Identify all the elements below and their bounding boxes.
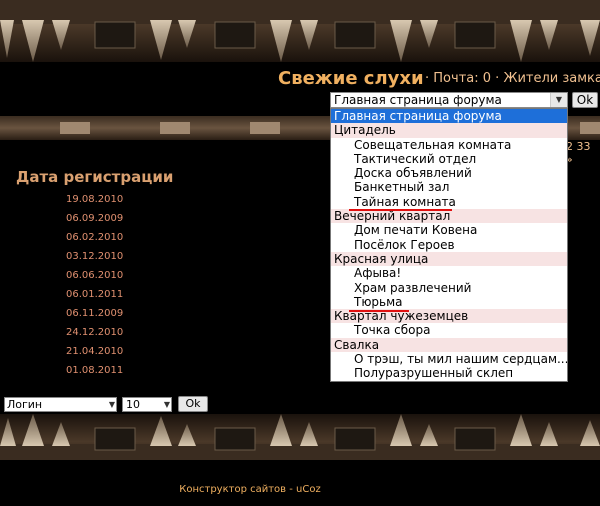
list-item: 06.11.2009 xyxy=(66,308,124,319)
list-item: 21.04.2010 xyxy=(66,346,124,357)
dropdown-option[interactable]: Главная страница форума xyxy=(331,109,567,124)
forum-jump-selected-value: Главная страница форума xyxy=(334,93,502,107)
annotation-underline xyxy=(349,209,452,211)
list-item: 24.12.2010 xyxy=(66,327,124,338)
list-item: 01.08.2011 xyxy=(66,365,124,376)
dropdown-option[interactable]: Доска объявлений xyxy=(331,166,567,180)
forum-jump-ok-button[interactable]: Ok xyxy=(572,92,598,108)
registration-date-heading[interactable]: Дата регистрации xyxy=(16,168,173,186)
dropdown-option[interactable]: Храм развлечений xyxy=(331,281,567,295)
dropdown-option[interactable]: Афыва! xyxy=(331,266,567,280)
dropdown-option[interactable]: Посёлок Героев xyxy=(331,238,567,252)
footer-credit[interactable]: Конструктор сайтов - uCoz xyxy=(0,484,500,495)
sort-by-select[interactable]: Логин ▼ xyxy=(4,397,117,412)
chevron-down-icon[interactable]: ▼ xyxy=(109,398,115,411)
dropdown-group[interactable]: Красная улица xyxy=(331,251,567,267)
dropdown-group[interactable]: Свалка xyxy=(331,337,567,353)
dropdown-option[interactable]: Тюрьма xyxy=(331,295,567,309)
top-decorative-border xyxy=(0,0,600,62)
pagination[interactable]: 2 33 » xyxy=(566,140,600,166)
dropdown-option[interactable]: Банкетный зал xyxy=(331,180,567,194)
mail-link[interactable]: Почта: 0 xyxy=(433,71,491,86)
dropdown-option[interactable]: Полуразрушенный склеп xyxy=(331,366,567,380)
list-item: 19.08.2010 xyxy=(66,194,124,205)
sort-by-value: Логин xyxy=(7,398,43,411)
bottom-decorative-border xyxy=(0,414,600,460)
per-page-select[interactable]: 10 ▼ xyxy=(122,397,172,412)
spikes-bottom-icon xyxy=(0,414,600,460)
list-item: 03.12.2010 xyxy=(66,251,124,262)
dropdown-option[interactable]: Тактический отдел xyxy=(331,152,567,166)
header-nav: · Почта: 0 · Жители замка · xyxy=(425,71,600,86)
forum-jump-dropdown[interactable]: Главная страница форума Цитадель Совещат… xyxy=(330,108,568,382)
site-title[interactable]: Свежие слухи xyxy=(278,68,424,89)
chevron-down-icon[interactable]: ▼ xyxy=(164,398,170,411)
dropdown-option[interactable]: Дом печати Ковена xyxy=(331,223,567,237)
forum-jump-select[interactable]: Главная страница форума ▼ xyxy=(330,92,568,108)
residents-link[interactable]: Жители замка xyxy=(503,71,600,86)
dropdown-option[interactable]: Тайная комната xyxy=(331,195,567,209)
registration-date-list: 19.08.2010 06.09.2009 06.02.2010 03.12.2… xyxy=(66,190,123,380)
dropdown-option[interactable]: О трэш, ты мил нашим сердцам... xyxy=(331,352,567,366)
nav-separator: · xyxy=(425,71,430,86)
spikes-top-icon xyxy=(0,0,600,62)
dropdown-group[interactable]: Цитадель xyxy=(331,123,567,138)
list-item: 06.06.2010 xyxy=(66,270,124,281)
list-item: 06.01.2011 xyxy=(66,289,124,300)
chevron-down-icon[interactable]: ▼ xyxy=(550,93,567,107)
dropdown-group[interactable]: Вечерний квартал xyxy=(331,209,567,224)
list-item: 06.02.2010 xyxy=(66,232,124,243)
sort-ok-button[interactable]: Ok xyxy=(178,396,208,412)
nav-separator: · xyxy=(495,71,500,86)
per-page-value: 10 xyxy=(126,398,140,411)
annotation-underline xyxy=(349,310,409,312)
dropdown-option[interactable]: Точка сбора xyxy=(331,323,567,337)
list-item: 06.09.2009 xyxy=(66,213,124,224)
dropdown-option[interactable]: Совещательная комната xyxy=(331,138,567,152)
